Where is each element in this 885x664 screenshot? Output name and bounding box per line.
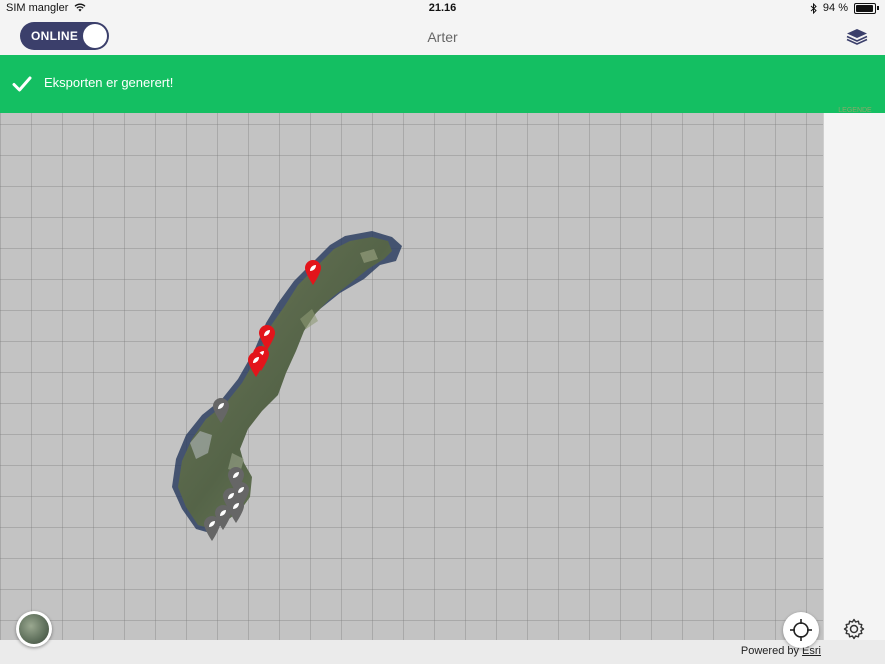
basemap-thumbnail [19,614,49,644]
bluetooth-icon [810,2,817,14]
success-banner: Eksporten er generert! [0,55,885,113]
battery-percent: 94 % [822,2,848,14]
attribution-bar: Powered by Esri [0,640,885,664]
legend-label[interactable]: LEGENDE [832,107,878,114]
status-time: 21.16 [428,2,457,14]
banner-message: Eksporten er generert! [44,75,174,90]
checkmark-icon [12,76,32,92]
settings-gear-icon[interactable] [842,617,866,641]
basemap-switch-button[interactable] [16,611,52,647]
observation-marker-gray[interactable] [212,397,230,423]
map-view[interactable] [0,113,823,640]
battery-nub [877,6,879,10]
observation-marker-red[interactable] [304,259,322,285]
right-sidebar: LEGENDE [823,107,885,641]
crosshair-icon [790,619,812,641]
locate-me-button[interactable] [783,612,819,648]
layers-icon[interactable] [845,24,869,48]
nav-bar: ONLINE Arter [0,18,885,56]
observation-marker-gray[interactable] [203,515,221,541]
observation-marker-red[interactable] [247,351,265,377]
page-title: Arter [427,29,458,45]
norway-landmass [172,231,402,533]
status-bar: SIM mangler 21.16 94 % [0,0,885,18]
status-right: 94 % [810,2,879,14]
battery-icon [854,2,876,14]
